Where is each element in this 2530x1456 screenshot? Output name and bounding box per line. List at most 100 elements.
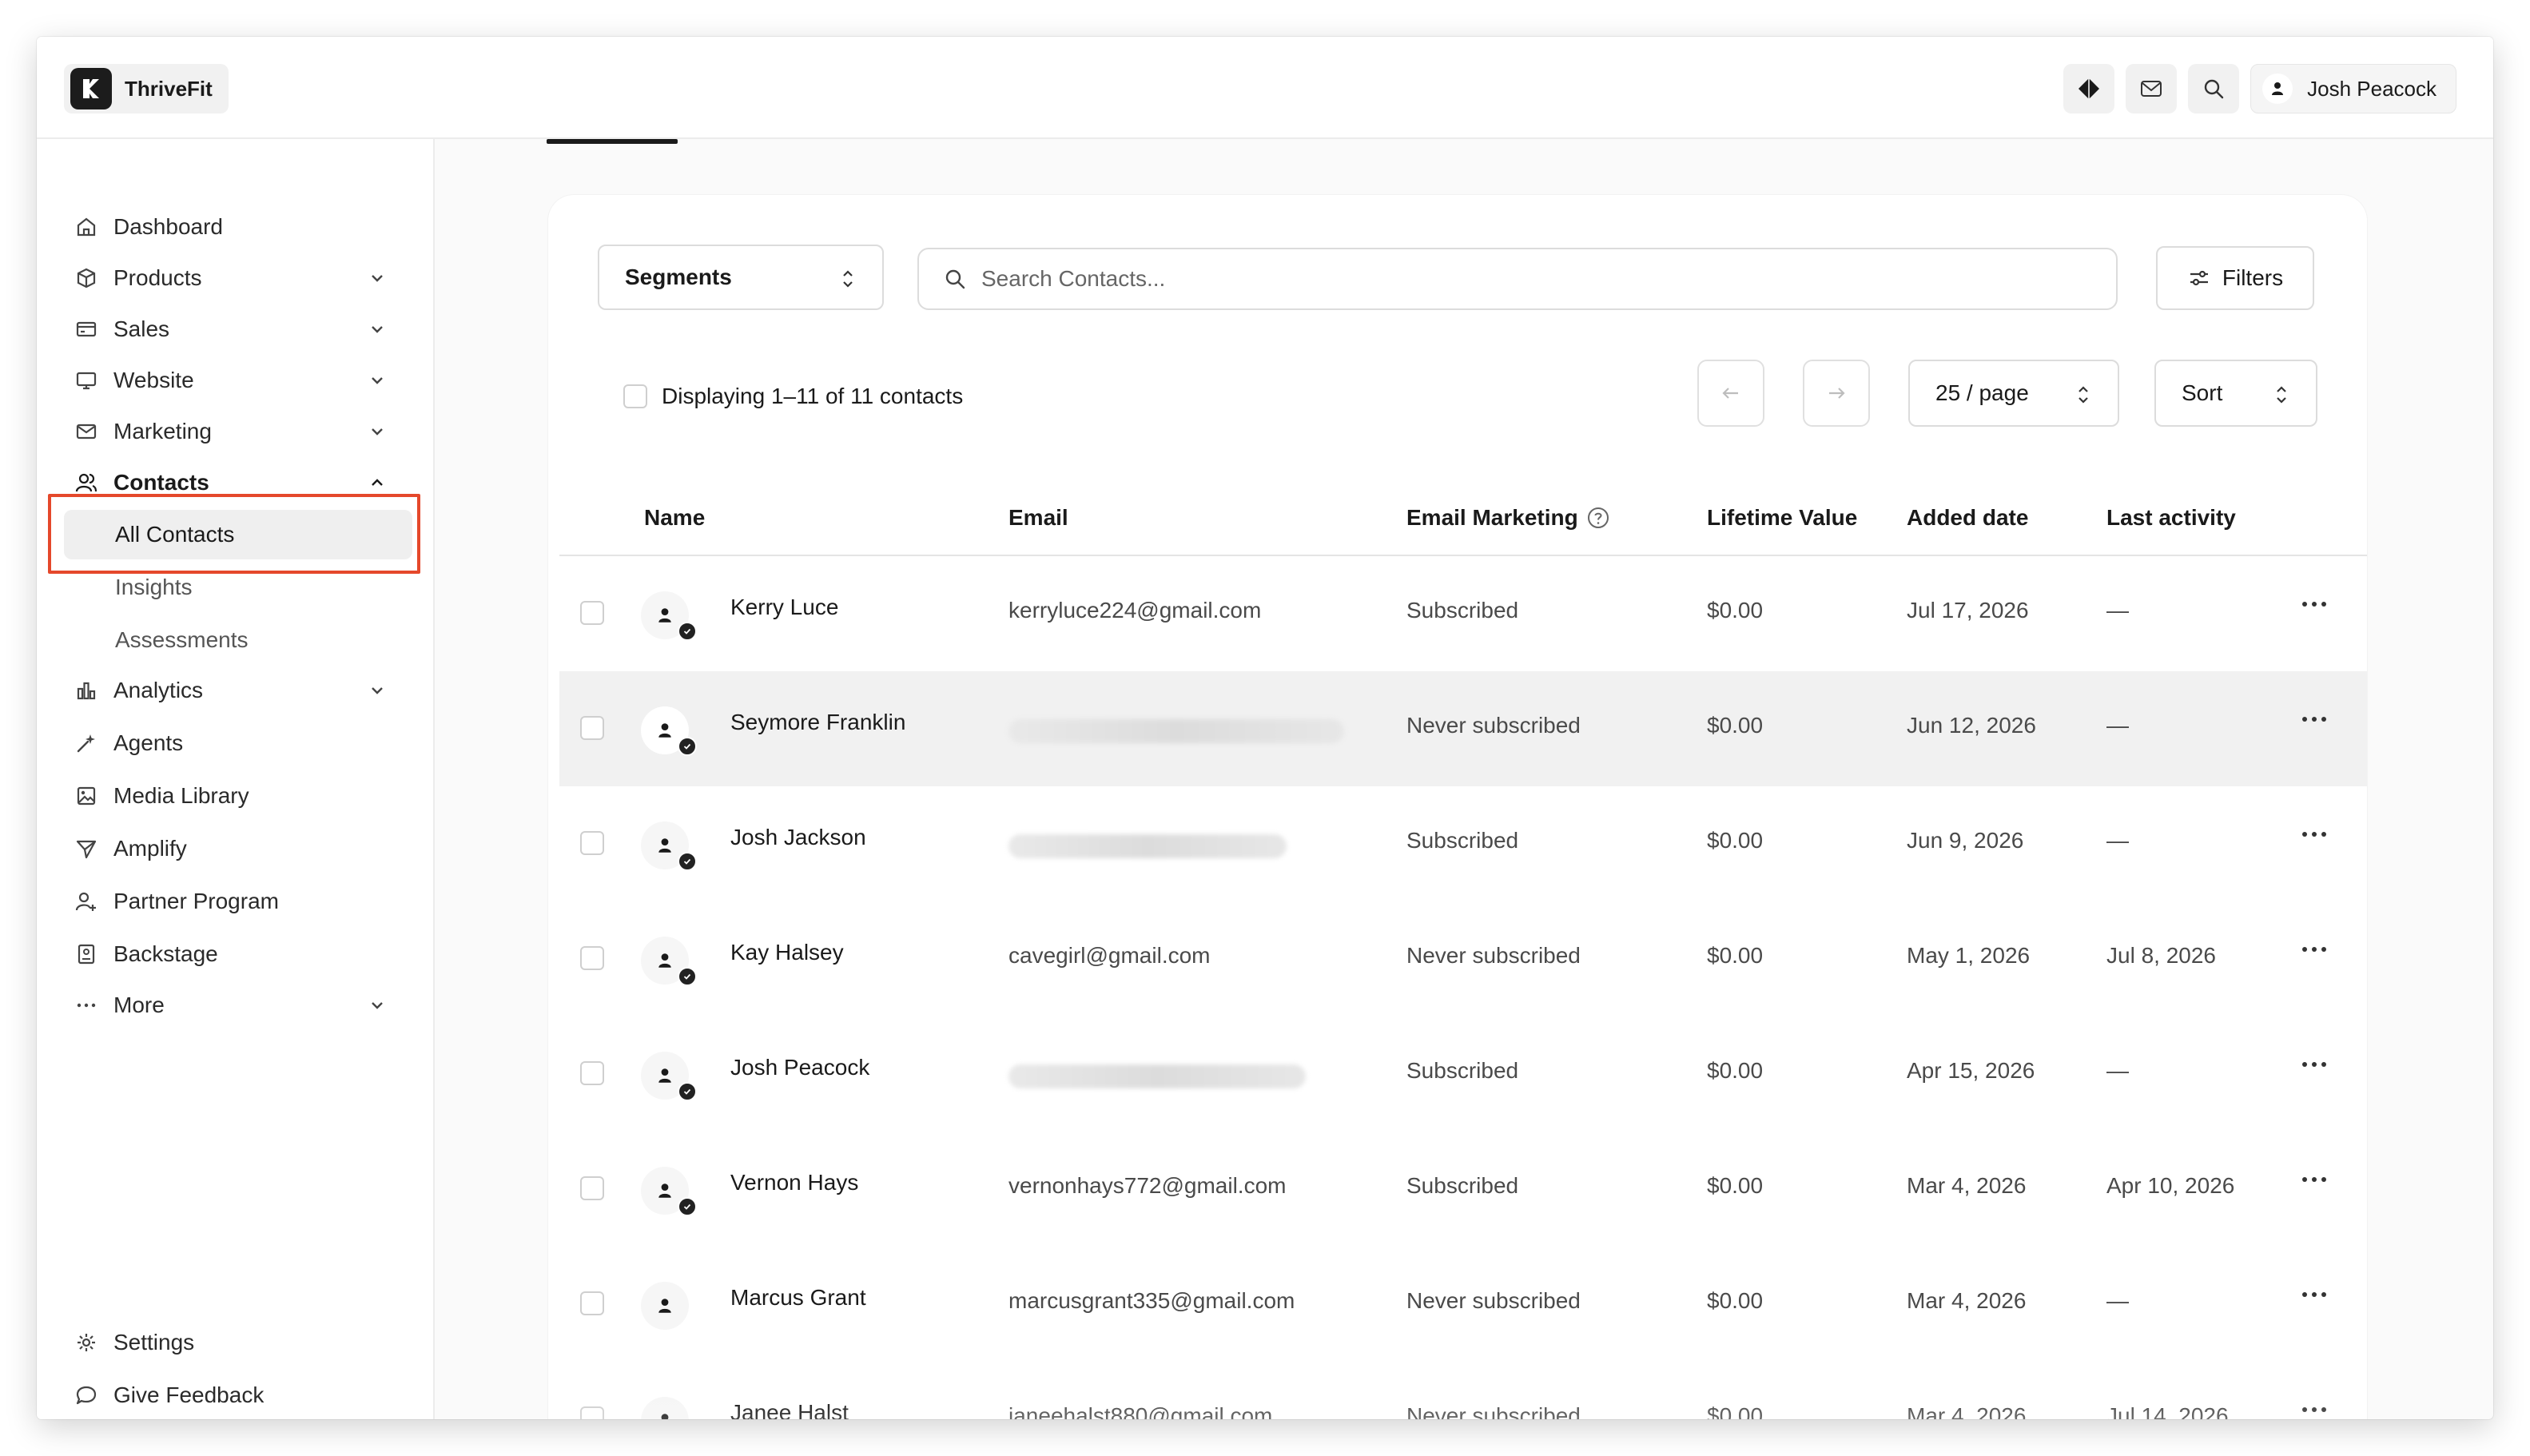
sidebar-item-give-feedback[interactable]: Give Feedback (74, 1374, 403, 1416)
table-row[interactable]: Vernon Hays vernonhays772@gmail.com Subscr… (559, 1132, 2367, 1247)
annotation-highlight-box (48, 494, 420, 574)
column-header-email-marketing[interactable]: Email Marketing (1406, 505, 1610, 531)
sidebar-item-label: More (113, 993, 165, 1017)
contact-name[interactable]: Janee Halst (730, 1400, 849, 1419)
table-row[interactable]: Josh Jackson Subscribed $0.00 Jun 9, 2026 — (559, 786, 2367, 901)
arrow-left-icon (1722, 388, 1738, 399)
top-actions: Josh Peacock (2063, 64, 2456, 113)
sidebar-item-media-library[interactable]: Media Library (74, 775, 403, 817)
chevron-up-icon (372, 479, 383, 486)
chevron-up-down-icon (843, 270, 853, 288)
column-header-last-activity[interactable]: Last activity (2106, 505, 2236, 531)
filters-button[interactable]: Filters (2156, 246, 2314, 310)
contact-name[interactable]: Kay Halsey (730, 940, 844, 965)
prev-page-button[interactable] (1697, 360, 1764, 427)
more-actions-icon[interactable] (2298, 1285, 2330, 1304)
contact-name[interactable]: Kerry Luce (730, 595, 838, 620)
column-header-lifetime-value[interactable]: Lifetime Value (1707, 505, 1857, 531)
box-icon (74, 265, 99, 291)
sidebar-item-label: Sales (113, 316, 170, 341)
user-menu-button[interactable]: Josh Peacock (2250, 64, 2456, 113)
row-checkbox[interactable] (580, 716, 604, 740)
row-checkbox[interactable] (580, 1176, 604, 1200)
lifetime-value: $0.00 (1707, 828, 1764, 853)
sidebar-item-label: Analytics (113, 678, 204, 702)
sidebar-item-backstage[interactable]: Backstage (74, 933, 403, 975)
active-tab-indicator (547, 139, 678, 144)
more-actions-icon[interactable] (2298, 1170, 2330, 1189)
segments-select[interactable]: Segments (598, 245, 884, 310)
diamond-button[interactable] (2063, 64, 2115, 113)
avatar (641, 1397, 689, 1419)
more-actions-icon[interactable] (2298, 595, 2330, 614)
search-icon (945, 269, 965, 289)
table-row[interactable]: Josh Peacock Subscribed $0.00 Apr 15, 2026 — (559, 1016, 2367, 1132)
next-page-button[interactable] (1803, 360, 1870, 427)
contact-name[interactable]: Josh Peacock (730, 1055, 869, 1080)
per-page-label: 25 / page (1935, 380, 2029, 405)
row-checkbox[interactable] (580, 831, 604, 855)
contact-name[interactable]: Seymore Franklin (730, 710, 905, 735)
contact-name[interactable]: Josh Jackson (730, 825, 866, 850)
sidebar-item-label: Backstage (113, 941, 218, 966)
sidebar-item-agents[interactable]: Agents (74, 722, 403, 764)
table-row[interactable]: Kerry Luce kerryluce224@gmail.com Subscrib… (559, 556, 2367, 671)
sidebar-item-label: Give Feedback (113, 1382, 265, 1407)
column-header-label: Last activity (2106, 505, 2236, 530)
last-activity: — (2106, 1058, 2129, 1083)
sidebar-subitem-label: Assessments (115, 627, 249, 652)
chevron-up-down-icon (2078, 386, 2088, 404)
chevron-down-icon (372, 428, 383, 436)
select-all-checkbox[interactable] (623, 384, 647, 408)
email-marketing-status: Subscribed (1406, 1173, 1519, 1198)
credit-card-icon (74, 316, 99, 342)
badge-icon (74, 941, 99, 967)
column-header-name[interactable]: Name (644, 505, 705, 531)
sidebar-item-amplify[interactable]: Amplify (74, 828, 403, 869)
chevron-down-icon (372, 275, 383, 282)
sidebar-subitem-assessments[interactable]: Assessments (64, 615, 412, 665)
contact-name[interactable]: Vernon Hays (730, 1170, 858, 1195)
search-button[interactable] (2188, 64, 2240, 113)
more-actions-icon[interactable] (2298, 1400, 2330, 1419)
column-header-email[interactable]: Email (1008, 505, 1068, 531)
contact-name[interactable]: Marcus Grant (730, 1285, 866, 1311)
sidebar-item-partner-program[interactable]: Partner Program (74, 881, 403, 922)
sidebar-item-dashboard[interactable]: Dashboard (74, 206, 403, 248)
workspace-switcher[interactable]: ThriveFit (64, 64, 229, 113)
sidebar-item-analytics[interactable]: Analytics (74, 670, 403, 711)
sidebar-item-website[interactable]: Website (74, 360, 403, 401)
column-header-added-date[interactable]: Added date (1907, 505, 2028, 531)
more-actions-icon[interactable] (2298, 940, 2330, 959)
search-input[interactable] (981, 266, 2020, 292)
row-checkbox[interactable] (580, 601, 604, 625)
row-checkbox[interactable] (580, 946, 604, 970)
sidebar-item-sales[interactable]: Sales (74, 308, 403, 350)
user-icon (658, 1068, 671, 1083)
row-checkbox[interactable] (580, 1061, 604, 1085)
more-actions-icon[interactable] (2298, 825, 2330, 844)
help-circle-icon[interactable] (1586, 506, 1610, 530)
more-actions-icon[interactable] (2298, 710, 2330, 729)
row-checkbox[interactable] (580, 1406, 604, 1419)
table-row[interactable]: Janee Halst janeehalst880@gmail.com Never … (559, 1362, 2367, 1419)
sort-select[interactable]: Sort (2154, 360, 2317, 427)
search-field[interactable] (917, 248, 2118, 310)
table-row[interactable]: Marcus Grant marcusgrant335@gmail.com Neve… (559, 1247, 2367, 1362)
row-checkbox[interactable] (580, 1291, 604, 1315)
user-icon (658, 608, 671, 623)
more-actions-icon[interactable] (2298, 1055, 2330, 1074)
per-page-select[interactable]: 25 / page (1908, 360, 2119, 427)
email-marketing-status: Never subscribed (1406, 713, 1581, 738)
sidebar-item-products[interactable]: Products (74, 257, 403, 299)
column-header-label: Email Marketing (1406, 505, 1578, 530)
sidebar-item-settings[interactable]: Settings (74, 1322, 403, 1363)
column-header-label: Email (1008, 505, 1068, 530)
sidebar-item-marketing[interactable]: Marketing (74, 411, 403, 452)
table-row[interactable]: Kay Halsey cavegirl@gmail.com Never subscr… (559, 901, 2367, 1016)
inbox-button[interactable] (2126, 64, 2178, 113)
table-row[interactable]: Seymore Franklin Never subscribed $0.00 Jun… (559, 671, 2367, 786)
user-icon (658, 1299, 671, 1313)
verified-check-icon (678, 852, 697, 871)
sidebar-item-more[interactable]: More (74, 985, 403, 1026)
